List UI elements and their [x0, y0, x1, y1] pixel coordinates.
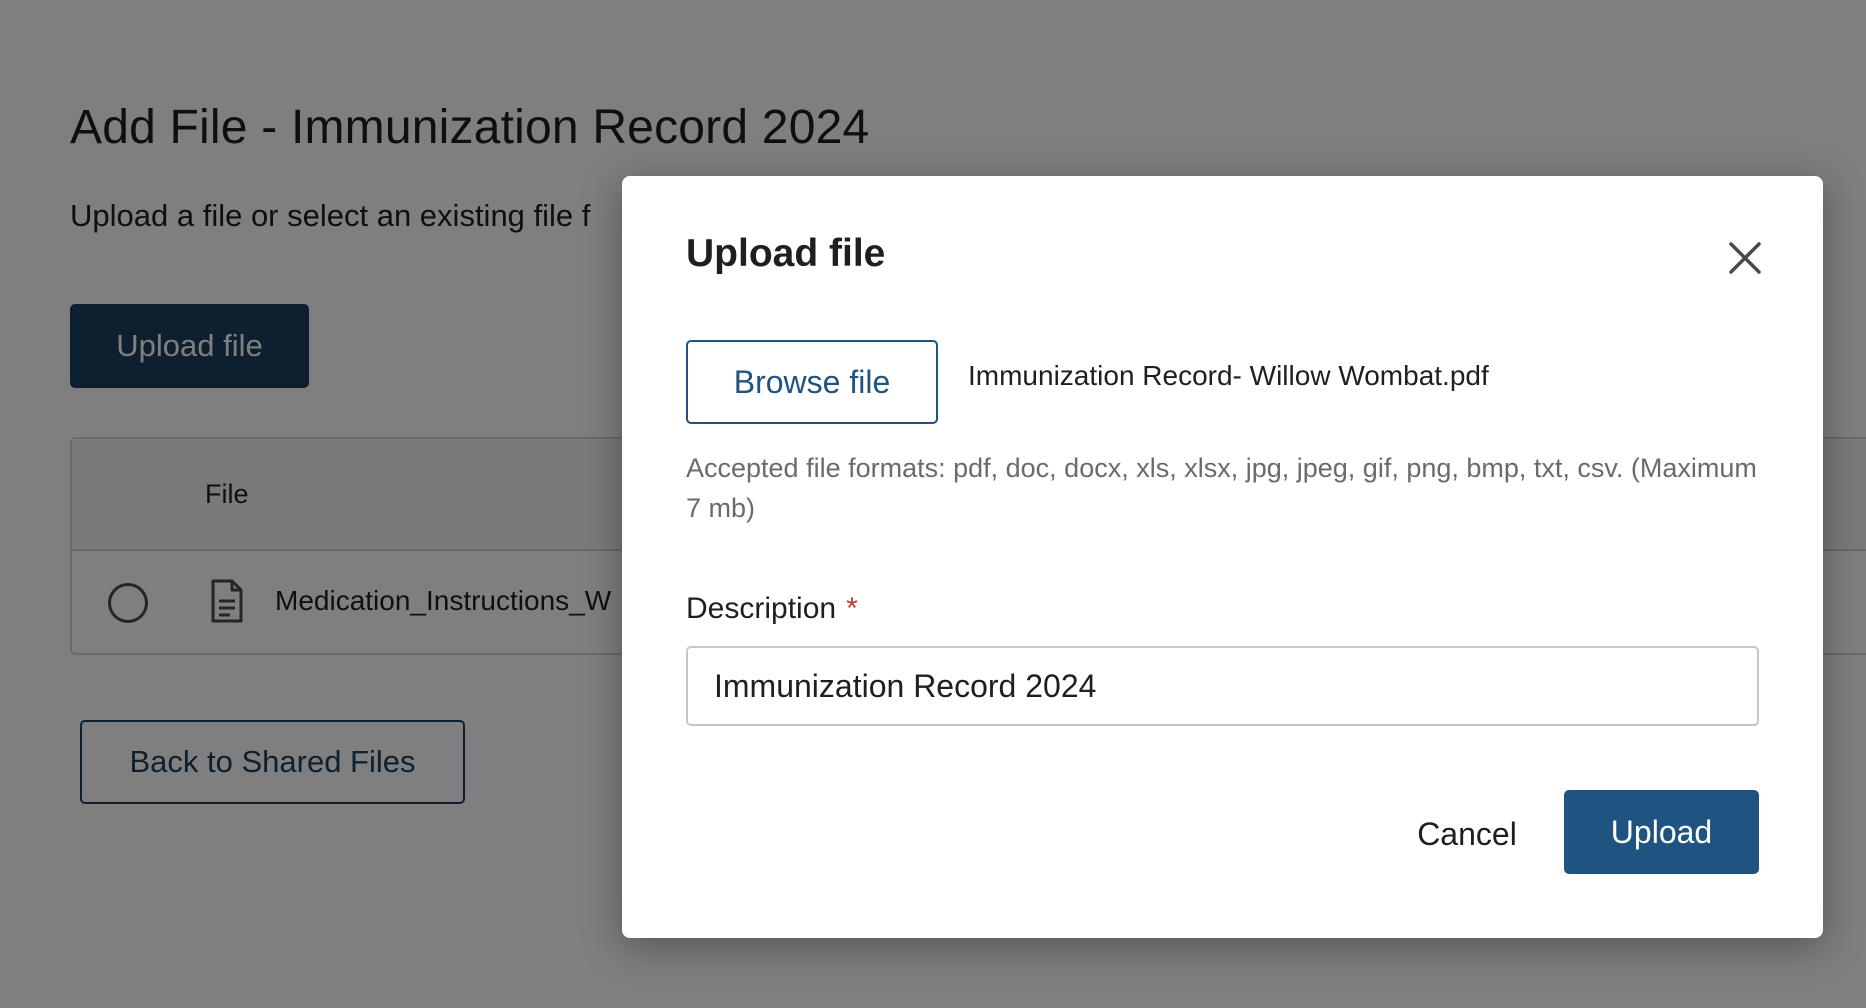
description-label: Description * [686, 592, 858, 626]
browse-file-button[interactable]: Browse file [686, 340, 938, 424]
upload-file-modal: Upload file Browse file Immunization Rec… [622, 176, 1823, 938]
description-input[interactable] [686, 646, 1759, 726]
upload-button[interactable]: Upload [1564, 790, 1759, 874]
modal-title: Upload file [686, 232, 886, 275]
accepted-formats-hint: Accepted file formats: pdf, doc, docx, x… [686, 453, 1757, 523]
close-icon[interactable] [1725, 238, 1765, 278]
required-marker: * [846, 592, 858, 625]
selected-file-name: Immunization Record- Willow Wombat.pdf [968, 360, 1489, 391]
description-label-text: Description [686, 592, 837, 625]
cancel-button[interactable]: Cancel [1402, 792, 1532, 876]
